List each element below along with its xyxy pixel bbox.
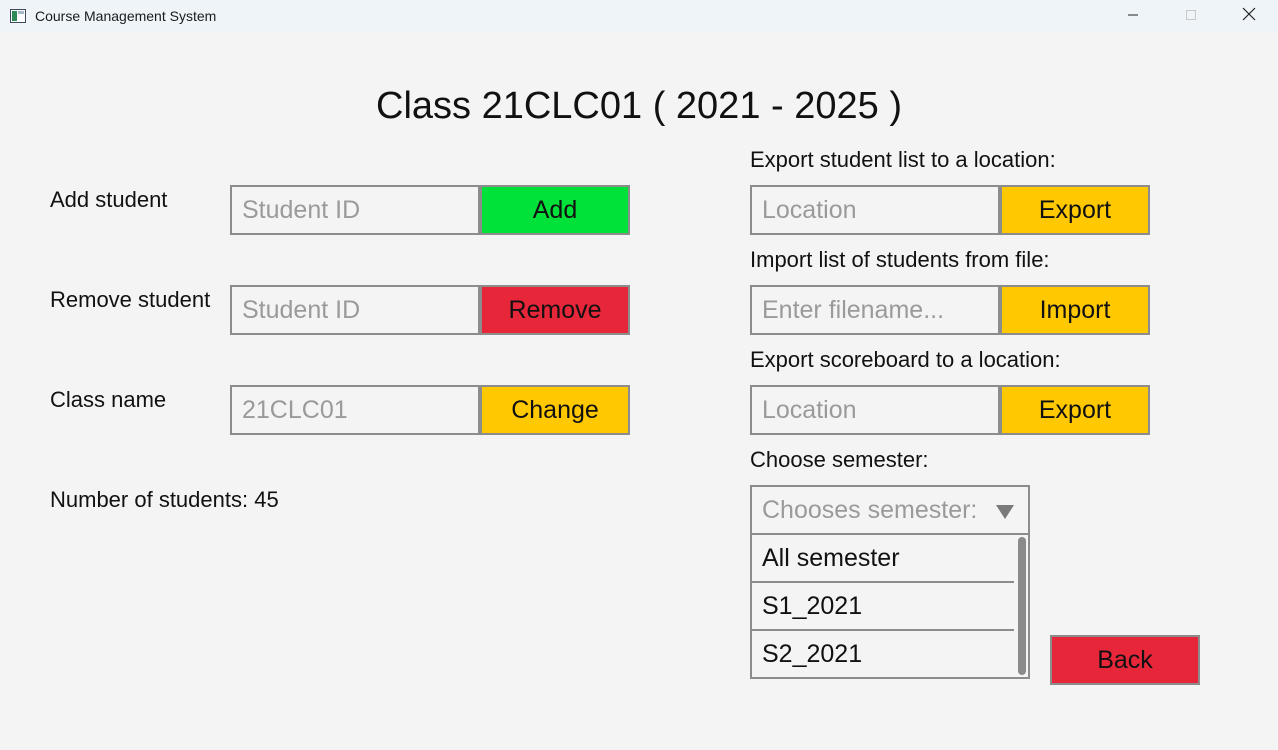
semester-combobox[interactable]: Chooses semester: — [750, 485, 1030, 535]
export-list-label: Export student list to a location: — [750, 147, 1056, 172]
semester-option-s1-2021[interactable]: S1_2021 — [752, 583, 1014, 631]
export-list-location-input[interactable]: Location — [750, 185, 1000, 235]
class-name-input[interactable]: 21CLC01 — [230, 385, 480, 435]
semester-option-all[interactable]: All semester — [752, 535, 1014, 583]
maximize-button[interactable] — [1162, 0, 1220, 33]
remove-student-button[interactable]: Remove — [480, 285, 630, 335]
export-list-button[interactable]: Export — [1000, 185, 1150, 235]
maximize-icon — [1185, 8, 1197, 26]
app-icon — [10, 9, 26, 23]
minimize-button[interactable] — [1104, 0, 1162, 33]
dropdown-scrollbar[interactable] — [1018, 537, 1026, 675]
title-bar: Course Management System — [0, 0, 1278, 33]
add-student-label: Add student — [50, 187, 168, 212]
semester-dropdown-list: All semester S1_2021 S2_2021 — [750, 535, 1030, 679]
export-scoreboard-button[interactable]: Export — [1000, 385, 1150, 435]
minimize-icon — [1127, 8, 1139, 26]
back-button[interactable]: Back — [1050, 635, 1200, 685]
page-title: Class 21CLC01 ( 2021 - 2025 ) — [376, 85, 902, 127]
main-content: Class 21CLC01 ( 2021 - 2025 ) Add studen… — [0, 33, 1278, 750]
semester-option-s2-2021[interactable]: S2_2021 — [752, 631, 1014, 679]
triangle-down-icon[interactable] — [996, 505, 1014, 519]
close-icon — [1242, 7, 1256, 26]
semester-combobox-placeholder: Chooses semester: — [762, 496, 978, 524]
import-filename-input[interactable]: Enter filename... — [750, 285, 1000, 335]
window-title: Course Management System — [35, 8, 217, 24]
semester-label: Choose semester: — [750, 447, 929, 472]
import-list-label: Import list of students from file: — [750, 247, 1050, 272]
remove-student-label: Remove student — [50, 287, 211, 312]
export-scoreboard-label: Export scoreboard to a location: — [750, 347, 1061, 372]
export-scoreboard-location-input[interactable]: Location — [750, 385, 1000, 435]
student-count-text: Number of students: 45 — [50, 487, 279, 512]
remove-student-id-input[interactable]: Student ID — [230, 285, 480, 335]
close-button[interactable] — [1220, 0, 1278, 33]
change-class-name-button[interactable]: Change — [480, 385, 630, 435]
class-name-label: Class name — [50, 387, 167, 412]
add-student-button[interactable]: Add — [480, 185, 630, 235]
import-button[interactable]: Import — [1000, 285, 1150, 335]
add-student-id-input[interactable]: Student ID — [230, 185, 480, 235]
